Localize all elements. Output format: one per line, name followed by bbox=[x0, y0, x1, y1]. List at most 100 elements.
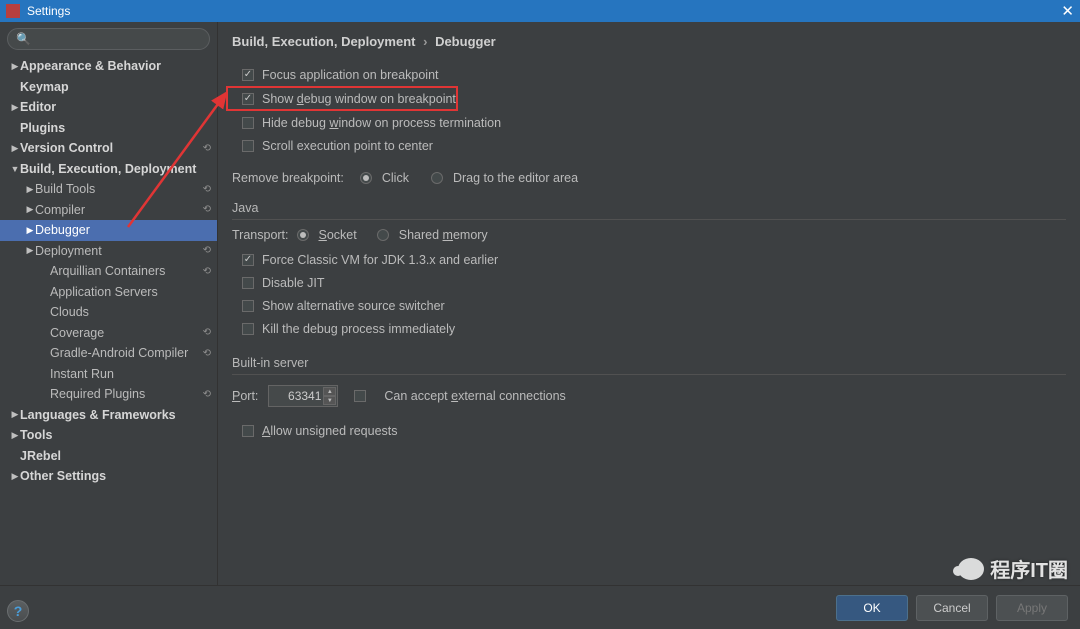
search-input-wrap[interactable]: 🔍 bbox=[7, 28, 210, 50]
tree-item-required-plugins[interactable]: Required Plugins ⟲ bbox=[0, 384, 217, 405]
radio-socket[interactable] bbox=[297, 229, 309, 241]
tree-item-label: Arquillian Containers bbox=[50, 264, 199, 278]
reset-icon[interactable]: ⟲ bbox=[203, 143, 211, 154]
tree-item-label: Application Servers bbox=[50, 285, 211, 299]
alt-source-switcher-label: Show alternative source switcher bbox=[262, 299, 445, 313]
tree-arrow-icon: ▶ bbox=[25, 245, 35, 256]
transport-label: Transport: bbox=[232, 228, 289, 242]
show-debug-window-row[interactable]: Show debug window on breakpoint bbox=[226, 86, 458, 111]
tree-item-editor[interactable]: ▶Editor bbox=[0, 97, 217, 118]
tree-arrow-icon: ▶ bbox=[10, 143, 20, 154]
checkbox-icon[interactable] bbox=[242, 277, 254, 289]
checkbox-icon[interactable] bbox=[354, 390, 366, 402]
checkbox-icon[interactable] bbox=[242, 117, 254, 129]
reset-icon[interactable]: ⟲ bbox=[203, 184, 211, 195]
tree-item-label: Build Tools bbox=[35, 182, 199, 196]
settings-content: Build, Execution, Deployment › Debugger … bbox=[218, 22, 1080, 585]
app-icon bbox=[6, 4, 20, 18]
radio-drag[interactable] bbox=[431, 172, 443, 184]
window-title: Settings bbox=[27, 4, 1061, 18]
tree-item-version-control[interactable]: ▶Version Control ⟲ bbox=[0, 138, 217, 159]
tree-item-build-tools[interactable]: ▶Build Tools ⟲ bbox=[0, 179, 217, 200]
tree-item-appearance-behavior[interactable]: ▶Appearance & Behavior bbox=[0, 56, 217, 77]
tree-item-deployment[interactable]: ▶Deployment ⟲ bbox=[0, 241, 217, 262]
checkbox-icon[interactable] bbox=[242, 425, 254, 437]
hide-debug-window-row[interactable]: Hide debug window on process termination bbox=[232, 111, 1066, 134]
show-debug-window-label: Show debug window on breakpoint bbox=[262, 92, 456, 106]
settings-tree: ▶Appearance & BehaviorKeymap▶EditorPlugi… bbox=[0, 56, 217, 585]
tree-item-plugins[interactable]: Plugins bbox=[0, 118, 217, 139]
checkbox-icon[interactable] bbox=[242, 300, 254, 312]
force-classic-vm-row[interactable]: Force Classic VM for JDK 1.3.x and earli… bbox=[232, 248, 1066, 271]
port-input[interactable]: 63341 ▲▼ bbox=[268, 385, 338, 407]
reset-icon[interactable]: ⟲ bbox=[203, 389, 211, 400]
breadcrumb-sep: › bbox=[423, 34, 427, 49]
tree-item-gradle-android-compiler[interactable]: Gradle-Android Compiler⟲ bbox=[0, 343, 217, 364]
tree-item-languages-frameworks[interactable]: ▶Languages & Frameworks bbox=[0, 405, 217, 426]
help-button[interactable]: ? bbox=[7, 600, 29, 622]
checkbox-icon[interactable] bbox=[242, 69, 254, 81]
tree-item-label: Build, Execution, Deployment bbox=[20, 162, 211, 176]
disable-jit-row[interactable]: Disable JIT bbox=[232, 271, 1066, 294]
port-value: 63341 bbox=[288, 389, 321, 403]
alt-source-switcher-row[interactable]: Show alternative source switcher bbox=[232, 294, 1066, 317]
checkbox-icon[interactable] bbox=[242, 254, 254, 266]
port-spinner[interactable]: ▲▼ bbox=[323, 387, 336, 405]
wechat-icon bbox=[958, 558, 984, 580]
tree-item-instant-run[interactable]: Instant Run bbox=[0, 364, 217, 385]
accept-external-label: Can accept external connections bbox=[384, 389, 565, 403]
tree-arrow-icon: ▼ bbox=[10, 164, 20, 174]
tree-item-coverage[interactable]: Coverage ⟲ bbox=[0, 323, 217, 344]
radio-shared-memory[interactable] bbox=[377, 229, 389, 241]
allow-unsigned-row[interactable]: Allow unsigned requests bbox=[232, 419, 1066, 442]
radio-click[interactable] bbox=[360, 172, 372, 184]
checkbox-icon[interactable] bbox=[242, 323, 254, 335]
reset-icon[interactable]: ⟲ bbox=[203, 348, 211, 359]
focus-breakpoint-row[interactable]: Focus application on breakpoint bbox=[232, 63, 1066, 86]
radio-socket-label: Socket bbox=[319, 228, 357, 242]
breadcrumb-parent[interactable]: Build, Execution, Deployment bbox=[232, 34, 415, 49]
cancel-button[interactable]: Cancel bbox=[916, 595, 988, 621]
reset-icon[interactable]: ⟲ bbox=[203, 245, 211, 256]
tree-item-label: Compiler bbox=[35, 203, 199, 217]
close-icon[interactable]: ✕ bbox=[1061, 2, 1074, 20]
reset-icon[interactable]: ⟲ bbox=[203, 266, 211, 277]
tree-arrow-icon: ▶ bbox=[10, 471, 20, 482]
tree-item-jrebel[interactable]: JRebel bbox=[0, 446, 217, 467]
focus-breakpoint-label: Focus application on breakpoint bbox=[262, 68, 439, 82]
tree-item-label: Debugger bbox=[35, 223, 211, 237]
tree-item-arquillian-containers[interactable]: Arquillian Containers ⟲ bbox=[0, 261, 217, 282]
tree-item-compiler[interactable]: ▶Compiler⟲ bbox=[0, 200, 217, 221]
tree-item-clouds[interactable]: Clouds bbox=[0, 302, 217, 323]
tree-item-label: Plugins bbox=[20, 121, 211, 135]
checkbox-icon[interactable] bbox=[242, 140, 254, 152]
tree-item-tools[interactable]: ▶Tools bbox=[0, 425, 217, 446]
reset-icon[interactable]: ⟲ bbox=[203, 204, 211, 215]
tree-item-build-execution-deployment[interactable]: ▼Build, Execution, Deployment bbox=[0, 159, 217, 180]
tree-item-label: JRebel bbox=[20, 449, 211, 463]
scroll-center-row[interactable]: Scroll execution point to center bbox=[232, 134, 1066, 157]
title-bar: Settings ✕ bbox=[0, 0, 1080, 22]
disable-jit-label: Disable JIT bbox=[262, 276, 325, 290]
tree-item-label: Coverage bbox=[50, 326, 199, 340]
tree-item-debugger[interactable]: ▶Debugger bbox=[0, 220, 217, 241]
ok-button[interactable]: OK bbox=[836, 595, 908, 621]
search-input[interactable] bbox=[35, 32, 201, 46]
tree-item-label: Required Plugins bbox=[50, 387, 199, 401]
tree-item-label: Deployment bbox=[35, 244, 199, 258]
kill-debug-process-label: Kill the debug process immediately bbox=[262, 322, 455, 336]
kill-debug-process-row[interactable]: Kill the debug process immediately bbox=[232, 317, 1066, 340]
tree-item-label: Appearance & Behavior bbox=[20, 59, 211, 73]
radio-drag-label: Drag to the editor area bbox=[453, 171, 578, 185]
apply-button[interactable]: Apply bbox=[996, 595, 1068, 621]
reset-icon[interactable]: ⟲ bbox=[203, 327, 211, 338]
tree-item-application-servers[interactable]: Application Servers bbox=[0, 282, 217, 303]
tree-arrow-icon: ▶ bbox=[25, 184, 35, 195]
checkbox-icon[interactable] bbox=[242, 93, 254, 105]
tree-arrow-icon: ▶ bbox=[10, 61, 20, 72]
section-java: Java bbox=[232, 201, 1066, 220]
tree-item-other-settings[interactable]: ▶Other Settings bbox=[0, 466, 217, 487]
tree-item-keymap[interactable]: Keymap bbox=[0, 77, 217, 98]
tree-item-label: Version Control bbox=[20, 141, 199, 155]
dialog-buttons: OK Cancel Apply bbox=[0, 585, 1080, 629]
